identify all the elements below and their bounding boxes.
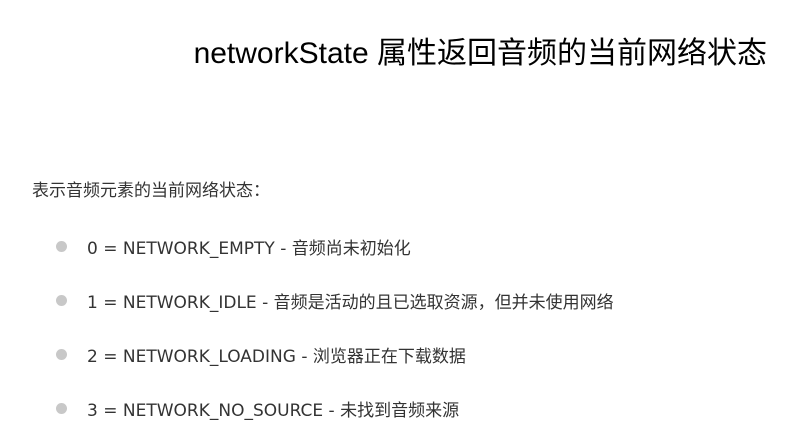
list-item: 3 = NETWORK_NO_SOURCE - 未找到音频来源 [56, 396, 459, 421]
page-title: networkState 属性返回音频的当前网络状态 [193, 37, 767, 70]
bullet-icon [56, 403, 67, 414]
list-item-text: 2 = NETWORK_LOADING - 浏览器正在下载数据 [87, 347, 466, 367]
list-item: 1 = NETWORK_IDLE - 音频是活动的且已选取资源，但并未使用网络 [56, 288, 614, 313]
intro-text: 表示音频元素的当前网络状态： [32, 181, 270, 201]
list-item: 0 = NETWORK_EMPTY - 音频尚未初始化 [56, 234, 411, 259]
list-item: 2 = NETWORK_LOADING - 浏览器正在下载数据 [56, 342, 466, 367]
bullet-icon [56, 295, 67, 306]
list-item-text: 0 = NETWORK_EMPTY - 音频尚未初始化 [87, 239, 411, 259]
bullet-icon [56, 241, 67, 252]
list-item-text: 3 = NETWORK_NO_SOURCE - 未找到音频来源 [87, 401, 460, 421]
bullet-icon [56, 349, 67, 360]
list-item-text: 1 = NETWORK_IDLE - 音频是活动的且已选取资源，但并未使用网络 [87, 293, 614, 313]
